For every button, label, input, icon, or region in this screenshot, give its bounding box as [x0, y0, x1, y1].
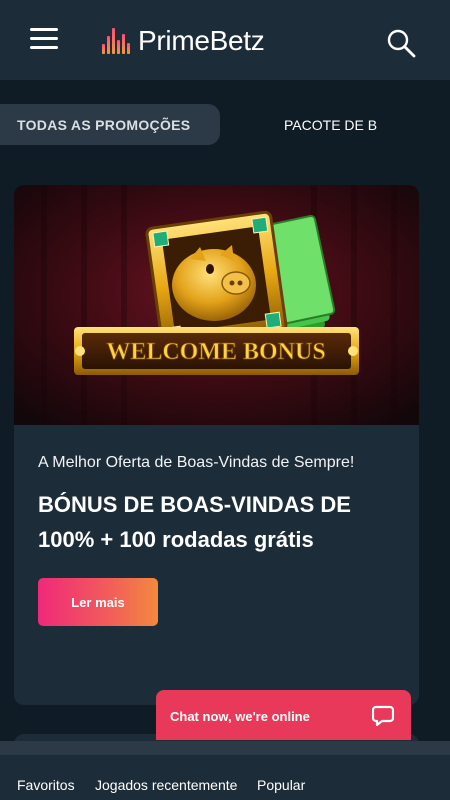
search-icon[interactable] — [386, 28, 416, 58]
menu-icon[interactable] — [30, 28, 58, 50]
nav-recently-played[interactable]: Jogados recentemente — [95, 777, 237, 793]
bottom-nav-divider — [0, 741, 450, 755]
chat-bubble-icon — [372, 705, 394, 726]
bottom-nav: Favoritos Jogados recentemente Popular — [0, 755, 450, 800]
live-chat-button[interactable]: Chat now, we're online — [156, 690, 411, 740]
top-header: PrimeBetz — [0, 0, 450, 80]
read-more-button[interactable]: Ler mais — [38, 578, 158, 626]
nav-favorites[interactable]: Favoritos — [17, 777, 75, 793]
banner-text: WELCOME BONUS — [106, 339, 325, 365]
logo-bars-icon — [102, 28, 132, 54]
logo[interactable]: PrimeBetz — [102, 24, 265, 58]
chat-label: Chat now, we're online — [170, 709, 310, 724]
logo-text: PrimeBetz — [138, 25, 265, 56]
tab-welcome-package[interactable]: PACOTE DE B — [284, 104, 377, 145]
promo-tabs: TODAS AS PROMOÇÕES PACOTE DE B — [0, 104, 450, 146]
tab-all-promotions[interactable]: TODAS AS PROMOÇÕES — [0, 104, 220, 145]
nav-popular[interactable]: Popular — [257, 777, 305, 793]
welcome-bonus-banner[interactable]: WELCOME BONUS — [14, 185, 419, 425]
promo-headline: BÓNUS DE BOAS-VINDAS DE 100% + 100 rodad… — [38, 492, 351, 552]
promo-card: WELCOME BONUS A Melhor Oferta de Boas-Vi… — [14, 185, 419, 705]
promo-subtitle: A Melhor Oferta de Boas-Vindas de Sempre… — [38, 454, 355, 471]
